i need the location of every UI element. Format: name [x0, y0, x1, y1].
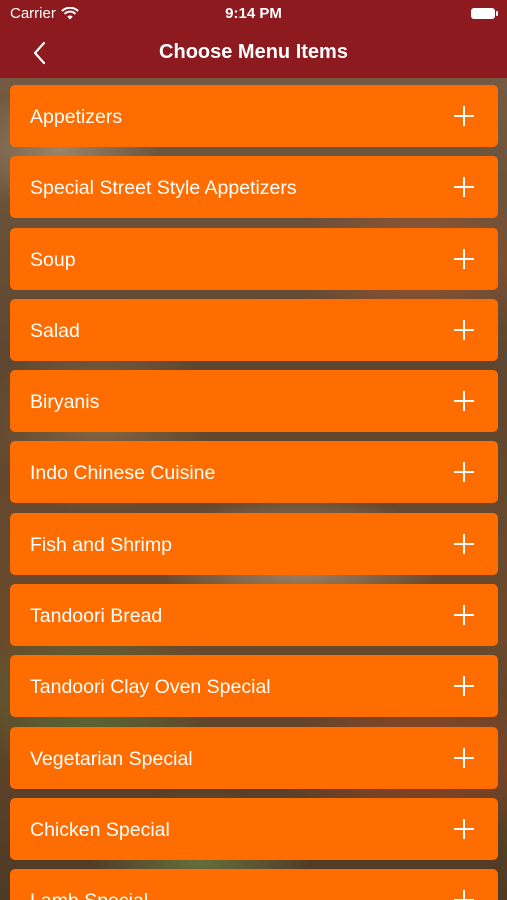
menu-category-label: Indo Chinese Cuisine [30, 462, 216, 485]
plus-icon[interactable] [454, 391, 474, 412]
plus-icon[interactable] [454, 890, 474, 900]
menu-category-item[interactable]: Appetizers [10, 85, 498, 147]
menu-category-label: Salad [30, 319, 80, 342]
plus-icon[interactable] [454, 676, 474, 697]
menu-category-list: Appetizers Special Street Style Appetizer… [10, 85, 498, 900]
menu-category-label: Chicken Special [30, 818, 170, 841]
menu-category-item[interactable]: Indo Chinese Cuisine [10, 441, 498, 504]
menu-category-label: Special Street Style Appetizers [30, 177, 297, 200]
plus-icon[interactable] [454, 177, 474, 198]
menu-category-item[interactable]: Soup [10, 227, 498, 290]
plus-icon[interactable] [454, 462, 474, 483]
menu-category-item[interactable]: Vegetarian Special [10, 726, 498, 789]
menu-category-label: Appetizers [30, 106, 123, 128]
plus-icon[interactable] [454, 106, 474, 126]
status-time: 9:14 PM [225, 5, 282, 22]
navigation-bar: Choose Menu Items [0, 28, 507, 78]
menu-category-label: Lamb Special [30, 890, 148, 900]
menu-category-item[interactable]: Salad [10, 298, 498, 361]
plus-icon[interactable] [454, 818, 474, 839]
status-bar: Carrier 9:14 PM [0, 0, 507, 28]
menu-category-item[interactable]: Chicken Special [10, 797, 498, 860]
menu-category-label: Vegetarian Special [30, 747, 193, 770]
menu-category-label: Tandoori Bread [30, 605, 163, 628]
menu-category-label: Fish and Shrimp [30, 533, 172, 556]
menu-category-item[interactable]: Lamb Special [10, 869, 498, 900]
menu-category-item[interactable]: Tandoori Clay Oven Special [10, 655, 498, 718]
plus-icon[interactable] [454, 747, 474, 768]
menu-category-item[interactable]: Special Street Style Appetizers [10, 156, 498, 219]
battery-icon [471, 8, 498, 19]
menu-category-label: Biryanis [30, 391, 100, 414]
plus-icon[interactable] [454, 319, 474, 340]
menu-category-label: Soup [30, 248, 76, 271]
menu-category-item[interactable]: Fish and Shrimp [10, 512, 498, 575]
page-title: Choose Menu Items [159, 41, 348, 63]
plus-icon[interactable] [454, 248, 474, 269]
menu-category-label: Tandoori Clay Oven Special [30, 676, 271, 699]
plus-icon[interactable] [454, 533, 474, 554]
menu-category-item[interactable]: Biryanis [10, 370, 498, 433]
plus-icon[interactable] [454, 605, 474, 626]
menu-category-item[interactable]: Tandoori Bread [10, 584, 498, 647]
